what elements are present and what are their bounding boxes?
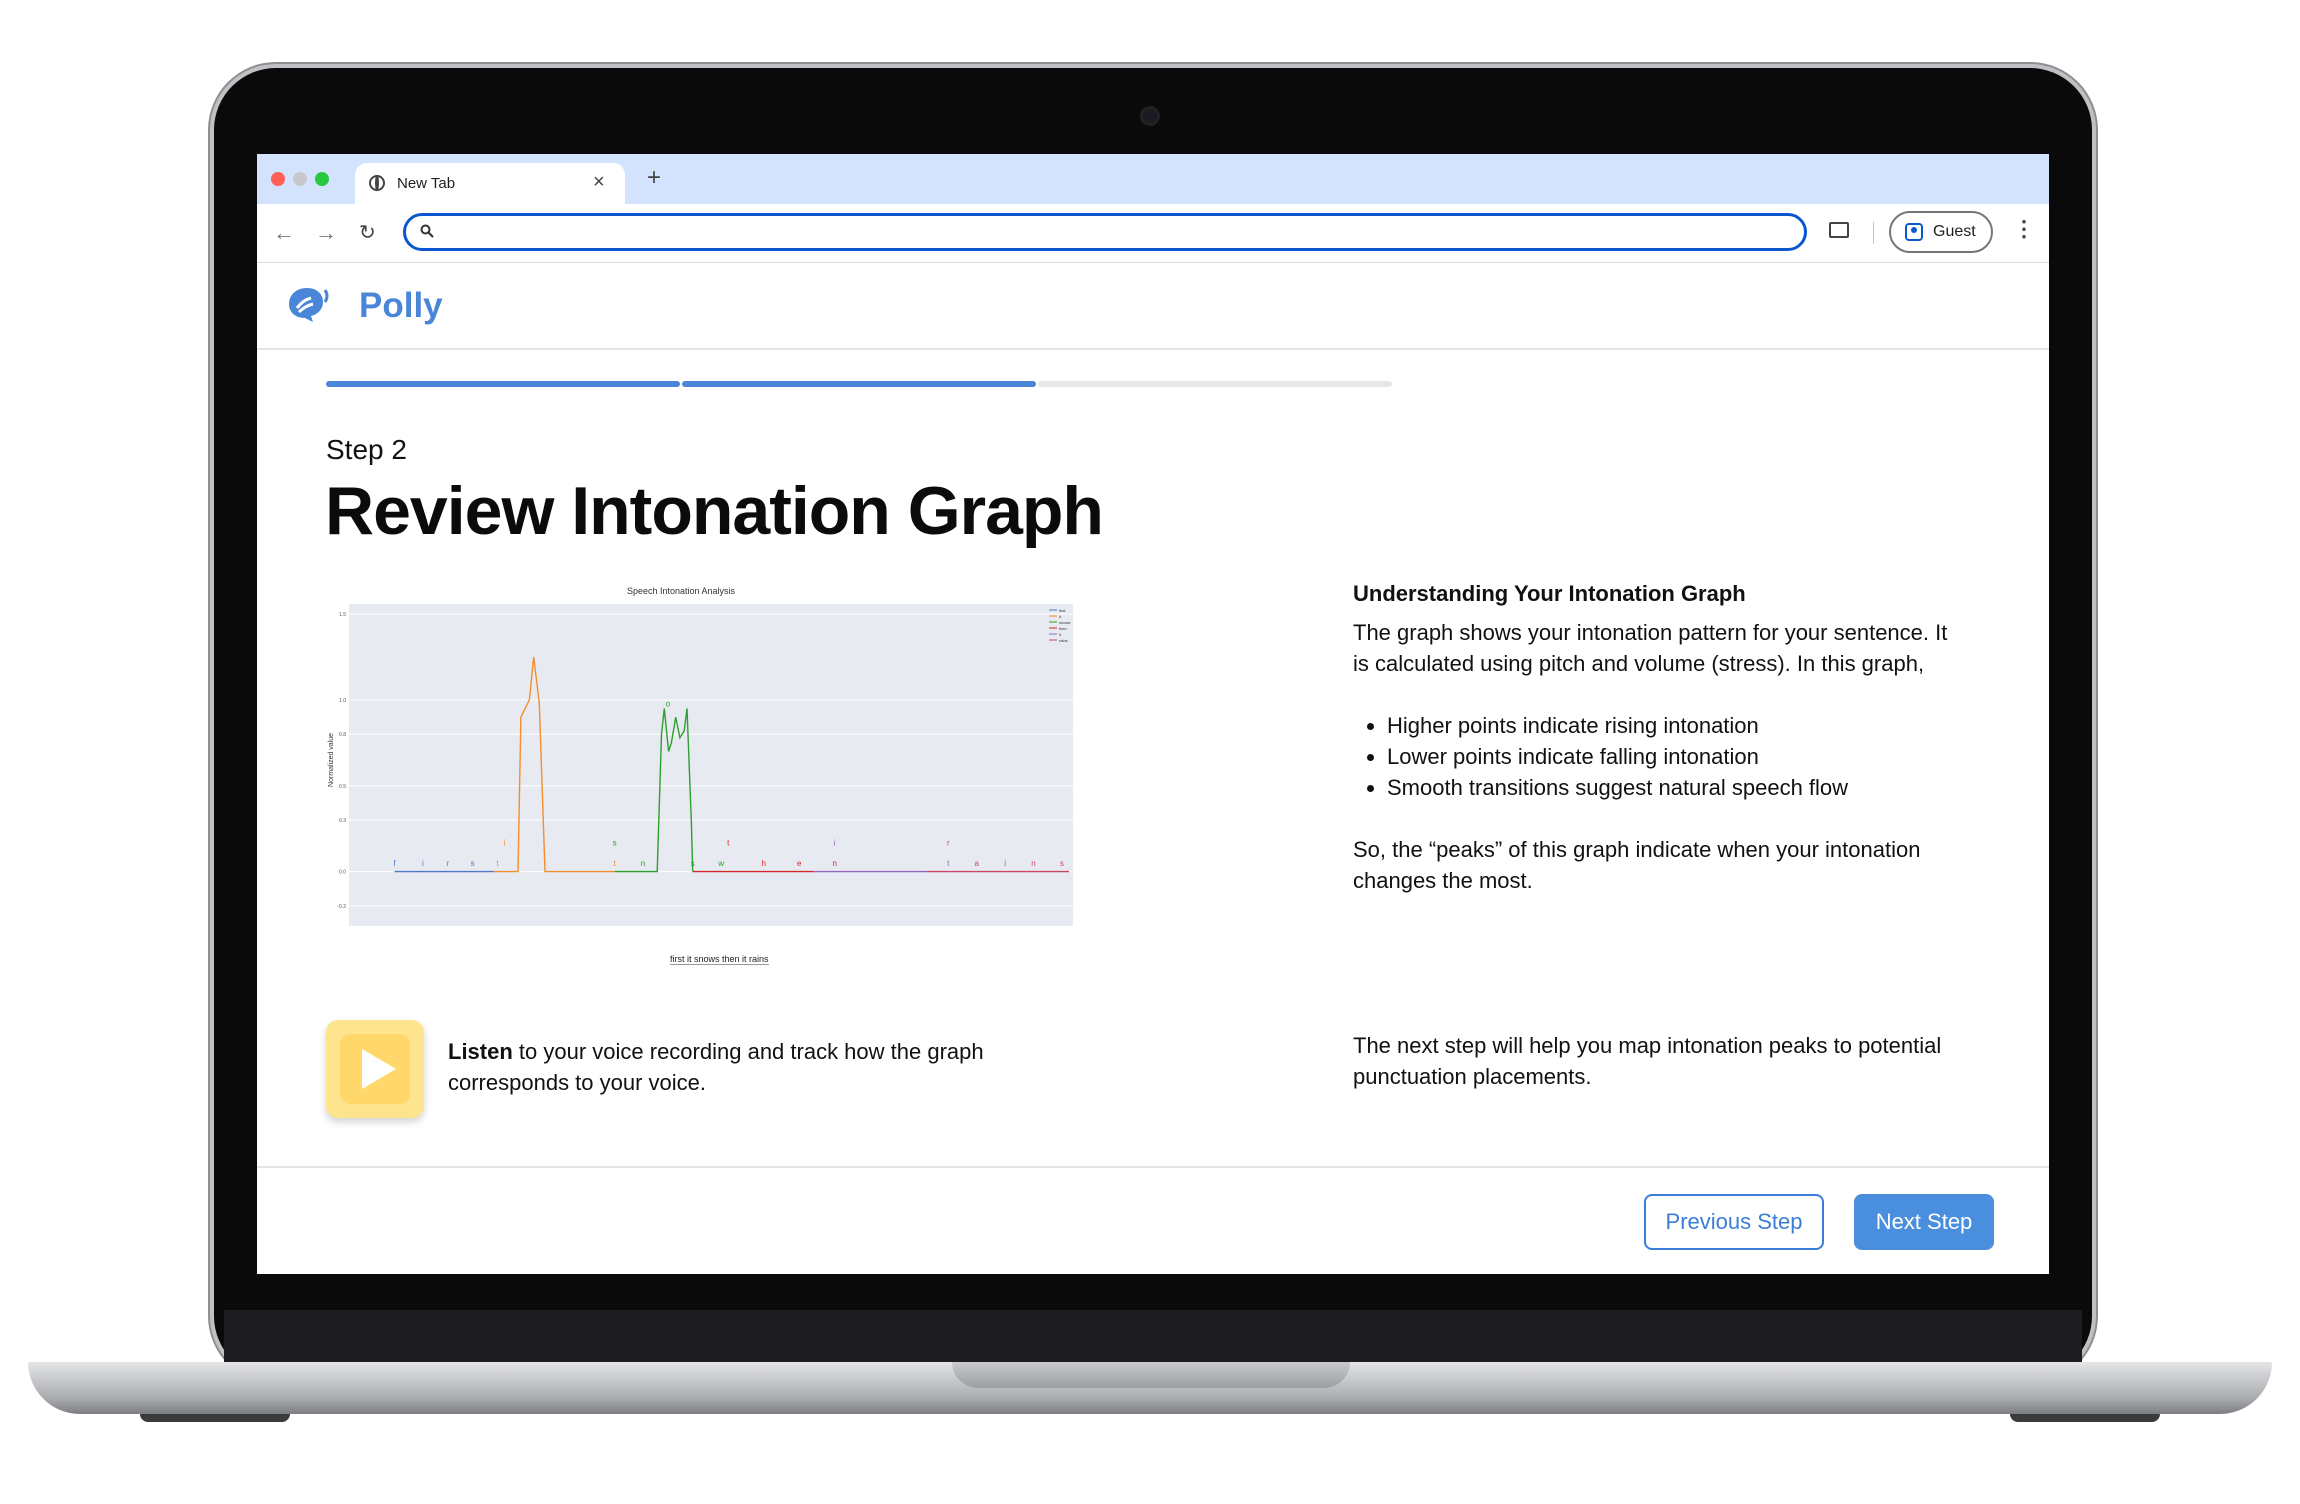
y-tick-label: 1.0 bbox=[339, 698, 346, 704]
laptop-foot-left bbox=[140, 1414, 290, 1422]
chart-svg: Speech Intonation Analysis Normalized val… bbox=[328, 586, 1073, 926]
letter-label: i bbox=[1004, 859, 1006, 868]
previous-step-button[interactable]: Previous Step bbox=[1644, 1194, 1824, 1250]
reload-icon[interactable]: ↻ bbox=[359, 220, 376, 245]
letter-label: w bbox=[717, 859, 724, 868]
chart-title: Speech Intonation Analysis bbox=[627, 586, 736, 596]
y-tick-label: 0.0 bbox=[339, 870, 346, 876]
letter-label: s bbox=[691, 859, 695, 868]
explanation-intro: The graph shows your intonation pattern … bbox=[1353, 620, 1948, 676]
laptop-foot-right bbox=[2010, 1414, 2160, 1422]
address-bar[interactable] bbox=[403, 213, 1807, 251]
tab-title: New Tab bbox=[397, 175, 456, 192]
explanation-heading: Understanding Your Intonation Graph bbox=[1353, 581, 1746, 606]
plot-area bbox=[349, 604, 1073, 926]
camera-icon bbox=[1140, 106, 1160, 126]
intonation-chart: Speech Intonation Analysis Normalized val… bbox=[325, 582, 1077, 957]
tab-new-tab[interactable]: New Tab × bbox=[355, 163, 625, 204]
polly-logo-icon bbox=[289, 288, 329, 322]
legend-label: then bbox=[1059, 626, 1067, 631]
explanation-summary: So, the “peaks” of this graph indicate w… bbox=[1353, 837, 1921, 893]
next-step-note: The next step will help you map intonati… bbox=[1353, 1033, 1942, 1089]
next-step-button[interactable]: Next Step bbox=[1854, 1194, 1994, 1250]
explanation-list: Higher points indicate rising intonation… bbox=[1353, 710, 1953, 803]
page-title: Review Intonation Graph bbox=[325, 473, 1104, 549]
bottom-bezel bbox=[224, 1310, 2082, 1368]
search-icon bbox=[420, 224, 434, 238]
letter-label: o bbox=[666, 699, 671, 708]
legend-label: rains bbox=[1059, 638, 1068, 643]
progress-segment-2 bbox=[682, 381, 1036, 387]
app-header: Polly bbox=[257, 262, 2049, 350]
letter-label: s bbox=[1060, 859, 1064, 868]
toolbar-separator bbox=[1873, 222, 1874, 244]
laptop-notch bbox=[952, 1362, 1350, 1388]
y-tick-label: -0.2 bbox=[337, 904, 346, 910]
footer-divider bbox=[257, 1166, 2049, 1168]
tab-close-icon[interactable]: × bbox=[593, 171, 605, 194]
letter-label: n bbox=[1031, 859, 1035, 868]
step-label: Step 2 bbox=[326, 434, 407, 465]
y-tick-label: 0.3 bbox=[339, 818, 346, 824]
letter-label: r bbox=[446, 859, 449, 868]
tab-strip: New Tab × + bbox=[257, 154, 2049, 204]
explanation-panel: Understanding Your Intonation Graph The … bbox=[1353, 578, 1953, 896]
globe-icon bbox=[369, 175, 385, 191]
y-tick-label: 1.5 bbox=[339, 612, 346, 618]
play-recording-button[interactable] bbox=[326, 1020, 424, 1118]
list-item: Lower points indicate falling intonation bbox=[1387, 741, 1953, 772]
letter-label: i bbox=[834, 839, 836, 848]
forward-icon[interactable]: → bbox=[315, 220, 337, 246]
play-button-inner bbox=[340, 1034, 410, 1104]
letter-label: n bbox=[832, 859, 836, 868]
letter-label: s bbox=[471, 859, 475, 868]
list-item: Smooth transitions suggest natural speec… bbox=[1387, 772, 1953, 803]
listen-bold: Listen bbox=[448, 1039, 513, 1064]
new-tab-button[interactable]: + bbox=[647, 164, 661, 192]
letter-label: i bbox=[504, 839, 506, 848]
play-icon bbox=[362, 1049, 396, 1089]
screen: New Tab × + ← → ↻ Guest ⋮ Polly Step 2 R… bbox=[257, 154, 2049, 1274]
progress-segment-3 bbox=[1038, 381, 1392, 387]
y-tick-label: 0.8 bbox=[339, 732, 346, 738]
letter-label: a bbox=[974, 859, 979, 868]
browser-toolbar: ← → ↻ Guest ⋮ bbox=[257, 204, 2049, 263]
y-tick-label: 0.5 bbox=[339, 784, 346, 790]
listen-instructions: Listen to your voice recording and track… bbox=[448, 1036, 1068, 1098]
close-window-icon[interactable] bbox=[271, 172, 285, 186]
progress-segment-1 bbox=[326, 381, 680, 387]
letter-label: r bbox=[947, 839, 950, 848]
lens-icon[interactable] bbox=[1829, 222, 1849, 238]
app-name: Polly bbox=[359, 286, 443, 325]
maximize-window-icon[interactable] bbox=[315, 172, 329, 186]
y-axis-label: Normalized value bbox=[328, 733, 335, 787]
chart-caption: first it snows then it rains bbox=[670, 954, 769, 965]
letter-label: n bbox=[641, 859, 645, 868]
letter-label: s bbox=[613, 839, 617, 848]
back-icon[interactable]: ← bbox=[273, 220, 295, 246]
letter-label: e bbox=[797, 859, 802, 868]
profile-label: Guest bbox=[1933, 223, 1976, 240]
profile-icon bbox=[1905, 223, 1923, 241]
more-menu-icon[interactable]: ⋮ bbox=[2013, 216, 2035, 242]
legend-label: snows bbox=[1059, 620, 1070, 625]
letter-label: h bbox=[761, 859, 765, 868]
minimize-window-icon[interactable] bbox=[293, 172, 307, 186]
address-input[interactable] bbox=[446, 220, 1790, 246]
legend-label: first bbox=[1059, 608, 1066, 613]
list-item: Higher points indicate rising intonation bbox=[1387, 710, 1953, 741]
profile-button[interactable]: Guest bbox=[1889, 211, 1993, 253]
listen-rest: to your voice recording and track how th… bbox=[448, 1039, 984, 1095]
letter-label: i bbox=[422, 859, 424, 868]
